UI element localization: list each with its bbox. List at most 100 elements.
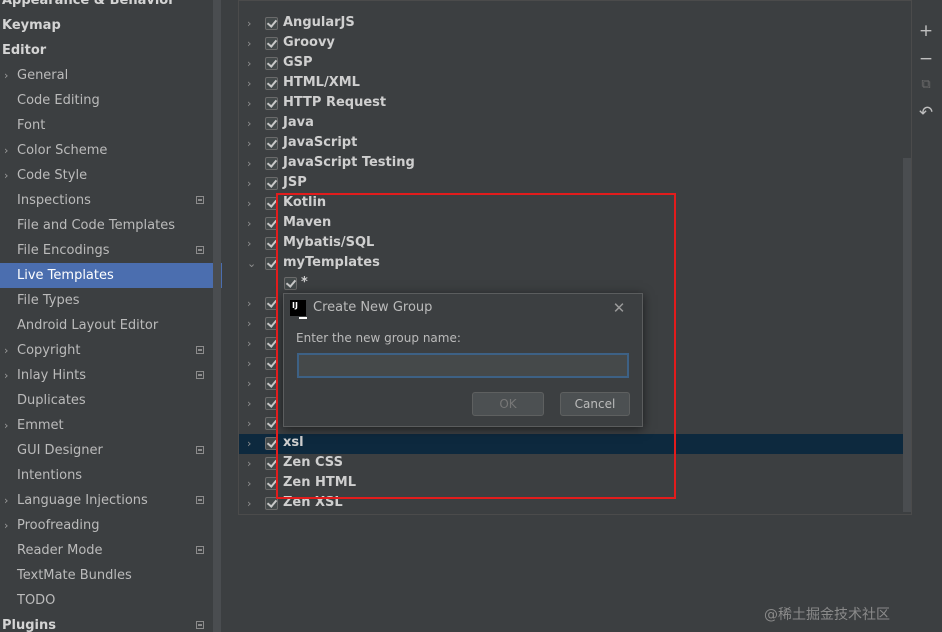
template-group-row[interactable]: › Kotlin bbox=[239, 194, 911, 214]
chevron-right-icon[interactable]: › bbox=[4, 169, 14, 182]
enabled-checkbox[interactable] bbox=[265, 317, 278, 330]
template-group-row[interactable]: › HTTP Request bbox=[239, 94, 911, 114]
chevron-right-icon[interactable]: › bbox=[247, 458, 257, 470]
chevron-right-icon[interactable]: › bbox=[247, 218, 257, 230]
chevron-right-icon[interactable]: › bbox=[247, 398, 257, 410]
sidebar-item[interactable]: › Copyright bbox=[0, 338, 222, 363]
ok-button[interactable]: OK bbox=[472, 392, 544, 416]
enabled-checkbox[interactable] bbox=[265, 137, 278, 150]
sidebar-item[interactable]: › General bbox=[0, 63, 222, 88]
enabled-checkbox[interactable] bbox=[265, 117, 278, 130]
template-group-row[interactable]: › Java bbox=[239, 114, 911, 134]
sidebar-item[interactable]: › Proofreading bbox=[0, 513, 222, 538]
chevron-right-icon[interactable]: › bbox=[247, 158, 257, 170]
sidebar-item[interactable]: File Types bbox=[0, 288, 222, 313]
close-icon[interactable]: ✕ bbox=[609, 298, 629, 318]
chevron-right-icon[interactable]: › bbox=[247, 478, 257, 490]
sidebar-item[interactable]: › Code Style bbox=[0, 163, 222, 188]
enabled-checkbox[interactable] bbox=[265, 257, 278, 270]
template-group-row[interactable]: › JavaScript Testing bbox=[239, 154, 911, 174]
sidebar-item[interactable]: Plugins bbox=[0, 613, 222, 632]
enabled-checkbox[interactable] bbox=[265, 297, 278, 310]
enabled-checkbox[interactable] bbox=[265, 37, 278, 50]
enabled-checkbox[interactable] bbox=[265, 417, 278, 430]
enabled-checkbox[interactable] bbox=[265, 17, 278, 30]
sidebar-item[interactable]: Inspections bbox=[0, 188, 222, 213]
sidebar-item[interactable]: Duplicates bbox=[0, 388, 222, 413]
sidebar-item[interactable]: Intentions bbox=[0, 463, 222, 488]
enabled-checkbox[interactable] bbox=[265, 217, 278, 230]
tree-scrollbar[interactable] bbox=[903, 158, 911, 512]
chevron-right-icon[interactable]: › bbox=[4, 494, 14, 507]
template-group-row[interactable]: › Maven bbox=[239, 214, 911, 234]
sidebar-item[interactable]: Live Templates bbox=[0, 263, 222, 288]
enabled-checkbox[interactable] bbox=[265, 177, 278, 190]
enabled-checkbox[interactable] bbox=[265, 57, 278, 70]
enabled-checkbox[interactable] bbox=[265, 157, 278, 170]
chevron-right-icon[interactable]: › bbox=[247, 418, 257, 430]
chevron-right-icon[interactable]: › bbox=[247, 358, 257, 370]
sidebar-item[interactable]: › Color Scheme bbox=[0, 138, 222, 163]
enabled-checkbox[interactable] bbox=[265, 377, 278, 390]
template-group-row[interactable]: › AngularJS bbox=[239, 14, 911, 34]
cancel-button[interactable]: Cancel bbox=[560, 392, 630, 416]
sidebar-item[interactable]: Reader Mode bbox=[0, 538, 222, 563]
enabled-checkbox[interactable] bbox=[265, 457, 278, 470]
chevron-right-icon[interactable]: › bbox=[247, 438, 257, 450]
sidebar-item[interactable]: › Emmet bbox=[0, 413, 222, 438]
sidebar-item[interactable]: TextMate Bundles bbox=[0, 563, 222, 588]
template-group-row[interactable]: ⌄ myTemplates bbox=[239, 254, 911, 274]
sidebar-item[interactable]: Font bbox=[0, 113, 222, 138]
enabled-checkbox[interactable] bbox=[265, 357, 278, 370]
chevron-right-icon[interactable]: › bbox=[4, 144, 14, 157]
remove-icon[interactable]: − bbox=[914, 48, 938, 70]
enabled-checkbox[interactable] bbox=[265, 497, 278, 510]
templates-tree[interactable]: › AngularJS › Groovy › GSP › HTML/XML › HTTP Requ… bbox=[238, 0, 912, 515]
sidebar-item[interactable]: › Inlay Hints bbox=[0, 363, 222, 388]
chevron-right-icon[interactable]: › bbox=[4, 369, 14, 382]
chevron-right-icon[interactable]: › bbox=[247, 238, 257, 250]
template-group-row[interactable]: › Zen XSL bbox=[239, 494, 911, 514]
enabled-checkbox[interactable] bbox=[265, 337, 278, 350]
sidebar-item[interactable]: Editor bbox=[0, 38, 222, 63]
restore-icon[interactable]: ↶ bbox=[914, 102, 938, 124]
sidebar-item[interactable]: File Encodings bbox=[0, 238, 222, 263]
sidebar-item[interactable]: Appearance & Behavior bbox=[0, 0, 222, 13]
group-name-input[interactable] bbox=[297, 353, 629, 378]
chevron-down-icon[interactable]: ⌄ bbox=[247, 258, 257, 270]
enabled-checkbox[interactable] bbox=[265, 397, 278, 410]
template-group-row[interactable]: › HTML/XML bbox=[239, 74, 911, 94]
sidebar-item[interactable]: GUI Designer bbox=[0, 438, 222, 463]
sidebar-item[interactable]: Keymap bbox=[0, 13, 222, 38]
enabled-checkbox[interactable] bbox=[265, 77, 278, 90]
chevron-right-icon[interactable]: › bbox=[247, 498, 257, 510]
chevron-right-icon[interactable]: › bbox=[4, 344, 14, 357]
template-group-row[interactable]: › xsl bbox=[239, 434, 911, 454]
template-group-row[interactable]: › Zen HTML bbox=[239, 474, 911, 494]
chevron-right-icon[interactable]: › bbox=[4, 69, 14, 82]
add-icon[interactable]: + bbox=[914, 20, 938, 42]
template-group-row[interactable]: › Groovy bbox=[239, 34, 911, 54]
chevron-right-icon[interactable]: › bbox=[247, 318, 257, 330]
chevron-right-icon[interactable]: › bbox=[247, 138, 257, 150]
template-group-row[interactable]: › JavaScript bbox=[239, 134, 911, 154]
chevron-right-icon[interactable]: › bbox=[247, 118, 257, 130]
sidebar-scrollbar[interactable] bbox=[213, 0, 221, 632]
enabled-checkbox[interactable] bbox=[265, 437, 278, 450]
template-group-row[interactable]: › Zen CSS bbox=[239, 454, 911, 474]
chevron-right-icon[interactable]: › bbox=[247, 198, 257, 210]
template-group-row[interactable]: › JSP bbox=[239, 174, 911, 194]
sidebar-item[interactable]: TODO bbox=[0, 588, 222, 613]
enabled-checkbox[interactable] bbox=[265, 197, 278, 210]
enabled-checkbox[interactable] bbox=[284, 277, 297, 290]
enabled-checkbox[interactable] bbox=[265, 477, 278, 490]
sidebar-item[interactable]: › Language Injections bbox=[0, 488, 222, 513]
chevron-right-icon[interactable]: › bbox=[247, 98, 257, 110]
chevron-right-icon[interactable]: › bbox=[247, 378, 257, 390]
chevron-right-icon[interactable]: › bbox=[247, 58, 257, 70]
copy-icon[interactable]: ⧉ bbox=[914, 74, 938, 96]
template-row[interactable]: * bbox=[239, 274, 911, 294]
chevron-right-icon[interactable]: › bbox=[247, 298, 257, 310]
chevron-right-icon[interactable]: › bbox=[247, 38, 257, 50]
chevron-right-icon[interactable]: › bbox=[247, 78, 257, 90]
